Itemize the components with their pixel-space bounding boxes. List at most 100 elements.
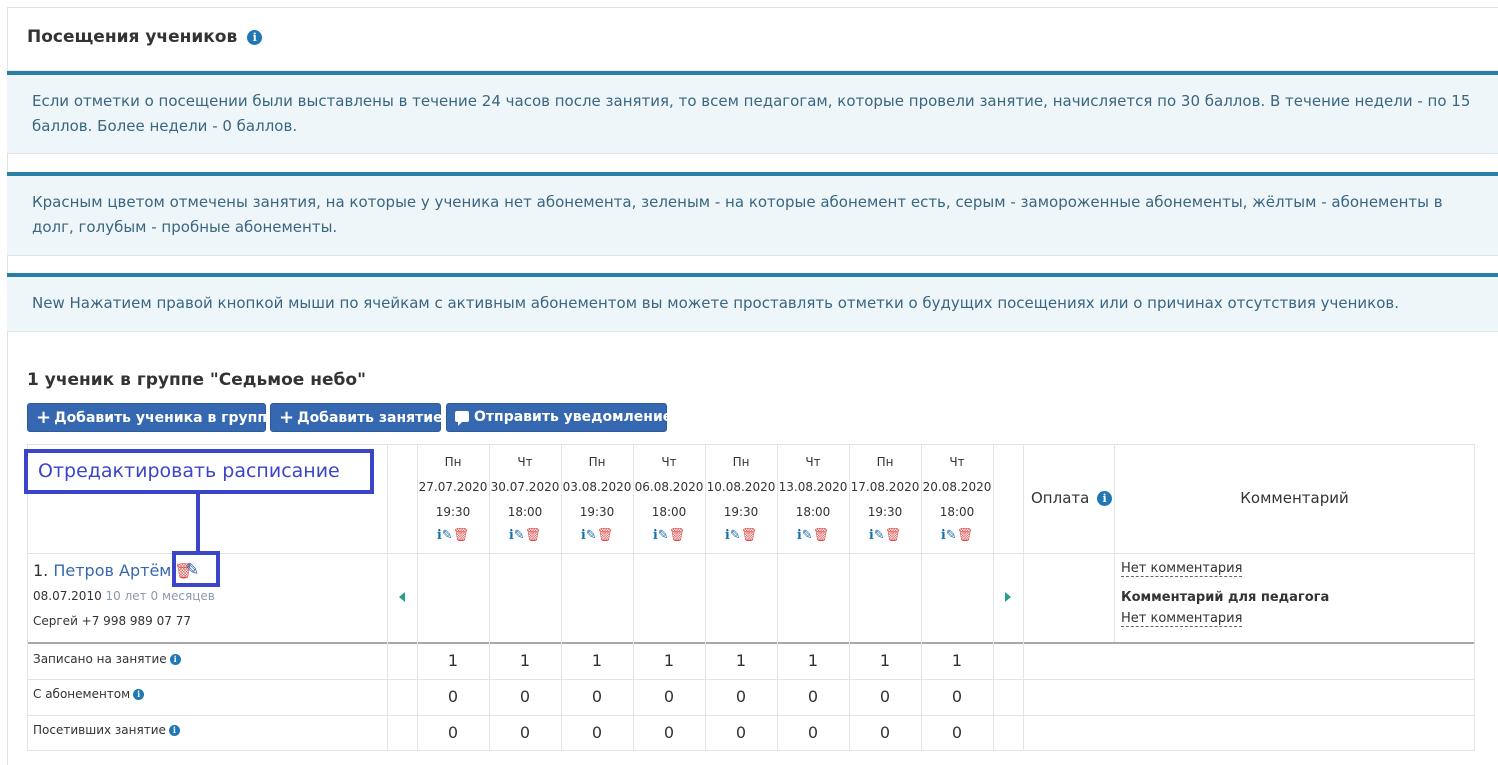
alert-colors: Красным цветом отмечены занятия, на кото…: [7, 172, 1498, 256]
student-name-line: 1. Петров Артём 🗑: [33, 561, 194, 580]
add-student-button[interactable]: + Добавить ученика в группу: [27, 403, 276, 432]
summary-cell: 0: [591, 687, 603, 706]
lesson-actions: i✎🗑: [561, 528, 633, 543]
summary-cell: 0: [519, 687, 531, 706]
pencil-icon[interactable]: ✎: [586, 528, 597, 543]
lesson-actions: i✎🗑: [417, 528, 489, 543]
pencil-icon[interactable]: ✎: [946, 528, 957, 543]
info-icon[interactable]: i: [1097, 491, 1113, 506]
lesson-date: 20.08.2020: [922, 480, 992, 494]
panel-header: Посещения учеников i: [7, 7, 1498, 71]
send-notification-button[interactable]: Отправить уведомление: [446, 403, 672, 432]
summary-cell: 0: [879, 687, 891, 706]
info-icon[interactable]: i: [169, 654, 181, 665]
comment-icon: [455, 411, 469, 426]
pencil-icon[interactable]: ✎: [730, 528, 741, 543]
lesson-actions: i✎🗑: [921, 528, 993, 543]
trash-icon[interactable]: 🗑: [525, 528, 542, 543]
trash-icon[interactable]: 🗑: [669, 528, 686, 543]
student-comment[interactable]: Нет комментария: [1121, 561, 1243, 577]
scroll-right-arrow-icon[interactable]: [1005, 592, 1011, 602]
lesson-date: 27.07.2020: [418, 480, 488, 494]
lesson-time: 18:00: [795, 505, 831, 519]
lesson-weekday: Пн: [444, 455, 462, 469]
pencil-icon[interactable]: ✎: [185, 560, 199, 580]
plus-icon: +: [36, 407, 52, 428]
lesson-weekday: Пн: [732, 455, 750, 469]
lesson-weekday: Чт: [805, 455, 821, 469]
annotation-callout: Отредактировать расписание: [24, 449, 374, 494]
info-icon[interactable]: i: [247, 30, 263, 45]
lesson-weekday: Пн: [588, 455, 606, 469]
teacher-comment[interactable]: Нет комментария: [1121, 611, 1243, 627]
alert-points: Если отметки о посещении были выставлены…: [7, 71, 1498, 154]
pencil-icon[interactable]: ✎: [442, 528, 453, 543]
lesson-weekday: Чт: [661, 455, 677, 469]
summary-cell: 0: [663, 723, 675, 742]
trash-icon[interactable]: 🗑: [885, 528, 902, 543]
summary-cell: 0: [663, 687, 675, 706]
info-icon[interactable]: i: [133, 689, 145, 700]
lesson-time: 19:30: [579, 505, 615, 519]
lesson-time: 18:00: [507, 505, 543, 519]
summary-cell: 1: [519, 651, 531, 670]
student-birth: 08.07.2010 10 лет 0 месяцев: [33, 589, 215, 603]
summary-cell: 0: [807, 723, 819, 742]
comment-header: Комментарий: [1240, 489, 1349, 507]
summary-cell: 0: [447, 687, 459, 706]
group-title: 1 ученик в группе "Седьмое небо": [27, 370, 366, 390]
lesson-weekday: Пн: [876, 455, 894, 469]
summary-cell: 0: [447, 723, 459, 742]
lesson-time: 19:30: [723, 505, 759, 519]
teacher-comment-label: Комментарий для педагога: [1121, 590, 1330, 605]
info-icon[interactable]: i: [168, 725, 180, 736]
lesson-date: 06.08.2020: [634, 480, 704, 494]
summary-cell: 0: [591, 723, 603, 742]
summary-cell: 0: [735, 723, 747, 742]
trash-icon[interactable]: 🗑: [597, 528, 614, 543]
pencil-icon[interactable]: ✎: [874, 528, 885, 543]
summary-cell: 0: [735, 687, 747, 706]
payment-header: Оплата i: [1031, 489, 1113, 507]
summary-cell: 0: [879, 723, 891, 742]
alert-right-click: New Нажатием правой кнопкой мыши по ячей…: [7, 273, 1498, 332]
lesson-date: 30.07.2020: [490, 480, 560, 494]
pencil-icon[interactable]: ✎: [802, 528, 813, 543]
trash-icon[interactable]: 🗑: [453, 528, 470, 543]
lesson-date: 17.08.2020: [850, 480, 920, 494]
plus-icon: +: [279, 407, 295, 428]
page-title: Посещения учеников i: [27, 27, 263, 47]
summary-cell: 1: [663, 651, 675, 670]
summary-cell: 1: [591, 651, 603, 670]
lesson-date: 03.08.2020: [562, 480, 632, 494]
add-lesson-button[interactable]: + Добавить занятие: [270, 403, 443, 432]
lesson-time: 19:30: [867, 505, 903, 519]
summary-cell: 1: [735, 651, 747, 670]
lesson-actions: i✎🗑: [489, 528, 561, 543]
summary-cell: 0: [951, 687, 963, 706]
trash-icon[interactable]: 🗑: [813, 528, 830, 543]
lesson-weekday: Чт: [949, 455, 965, 469]
summary-cell: 1: [447, 651, 459, 670]
edit-schedule-highlight: ✎: [172, 551, 220, 587]
lesson-weekday: Чт: [517, 455, 533, 469]
lesson-date: 13.08.2020: [778, 480, 848, 494]
row-label-with-subscription: С абонементом i: [33, 687, 145, 701]
lesson-actions: i✎🗑: [777, 528, 849, 543]
pencil-icon[interactable]: ✎: [514, 528, 525, 543]
summary-cell: 0: [951, 723, 963, 742]
lesson-time: 18:00: [651, 505, 687, 519]
row-label-attended: Посетивших занятие i: [33, 723, 180, 737]
trash-icon[interactable]: 🗑: [957, 528, 974, 543]
lesson-time: 18:00: [939, 505, 975, 519]
lesson-time: 19:30: [435, 505, 471, 519]
student-name-link[interactable]: Петров Артём: [53, 561, 171, 580]
pencil-icon[interactable]: ✎: [658, 528, 669, 543]
lesson-date: 10.08.2020: [706, 480, 776, 494]
scroll-left-arrow-icon[interactable]: [399, 592, 405, 602]
summary-cell: 0: [807, 687, 819, 706]
trash-icon[interactable]: 🗑: [741, 528, 758, 543]
lesson-actions: i✎🗑: [849, 528, 921, 543]
lesson-actions: i✎🗑: [633, 528, 705, 543]
row-label-enrolled: Записано на занятие i: [33, 652, 181, 666]
